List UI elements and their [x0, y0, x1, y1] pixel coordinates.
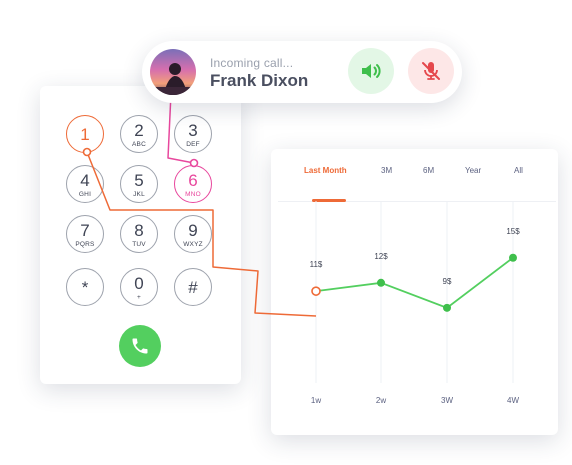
- dial-key-letters: WXYZ: [183, 241, 203, 248]
- chart-x-tick-label: 3W: [441, 396, 453, 405]
- dial-key-digit: *: [81, 278, 89, 297]
- dial-key[interactable]: #: [174, 268, 212, 306]
- caller-avatar: [150, 49, 196, 95]
- dial-key-letters: ABC: [132, 141, 146, 148]
- speaker-icon: [362, 64, 381, 78]
- dial-key[interactable]: 9 WXYZ: [174, 215, 212, 253]
- dial-key-digit: 1: [80, 125, 90, 144]
- call-status: Incoming call...: [210, 56, 294, 70]
- mic-muted-icon: [422, 62, 440, 80]
- incoming-call-bar: Incoming call... Frank Dixon: [142, 41, 462, 103]
- dial-key-letters: TUV: [132, 241, 146, 248]
- chart-data-label: 9$: [443, 277, 452, 286]
- chart-data-label: 11$: [310, 260, 323, 269]
- dial-key-letters: DEF: [186, 141, 200, 148]
- dial-key[interactable]: *: [66, 268, 104, 306]
- speaker-button[interactable]: [348, 48, 394, 94]
- chart-point: [443, 303, 451, 312]
- mute-button[interactable]: [408, 48, 454, 94]
- dial-key-digit: 6: [188, 171, 198, 190]
- dial-key-digit: 2: [134, 121, 144, 140]
- dial-key[interactable]: 7 PQRS: [66, 215, 104, 253]
- chart-x-tick-label: 2w: [376, 396, 386, 405]
- chart-data-label: 15$: [506, 227, 520, 236]
- call-button[interactable]: [119, 325, 161, 367]
- dial-key-digit: 8: [134, 221, 144, 240]
- chart-point: [377, 278, 385, 287]
- dial-key-digit: #: [188, 278, 198, 297]
- dial-key-digit: 4: [80, 171, 90, 190]
- phone-icon: [132, 338, 148, 354]
- dial-key[interactable]: 4 GHI: [66, 165, 104, 203]
- dial-key-digit: 5: [134, 171, 144, 190]
- dial-key-letters: MNO: [185, 191, 201, 198]
- dial-key-letters: JKL: [133, 191, 145, 198]
- chart-series-line: [315, 257, 514, 309]
- dial-key-letters: GHI: [78, 191, 92, 198]
- dial-key-digit: 3: [188, 121, 198, 140]
- caller-name: Frank Dixon: [210, 71, 309, 90]
- dial-key-letters: PQRS: [75, 241, 95, 248]
- dial-key-digit: 0: [134, 274, 144, 293]
- dial-key[interactable]: 2 ABC: [120, 115, 158, 153]
- chart-x-tick-label: 4W: [507, 396, 519, 405]
- chart-data-label: 12$: [374, 252, 388, 261]
- chart-point: [311, 286, 321, 296]
- chart-point: [509, 253, 517, 262]
- chart-x-tick-label: 1w: [311, 396, 321, 405]
- dial-key[interactable]: 6 MNO: [174, 165, 212, 203]
- dial-key-digit: 7: [80, 221, 90, 240]
- dial-key-digit: 9: [188, 221, 198, 240]
- dial-key[interactable]: 0 +: [120, 268, 158, 306]
- dial-key[interactable]: 5 JKL: [120, 165, 158, 203]
- dial-key-letters: +: [137, 294, 141, 301]
- dial-key[interactable]: 8 TUV: [120, 215, 158, 253]
- dial-key[interactable]: 1: [66, 115, 104, 153]
- dial-key[interactable]: 3 DEF: [174, 115, 212, 153]
